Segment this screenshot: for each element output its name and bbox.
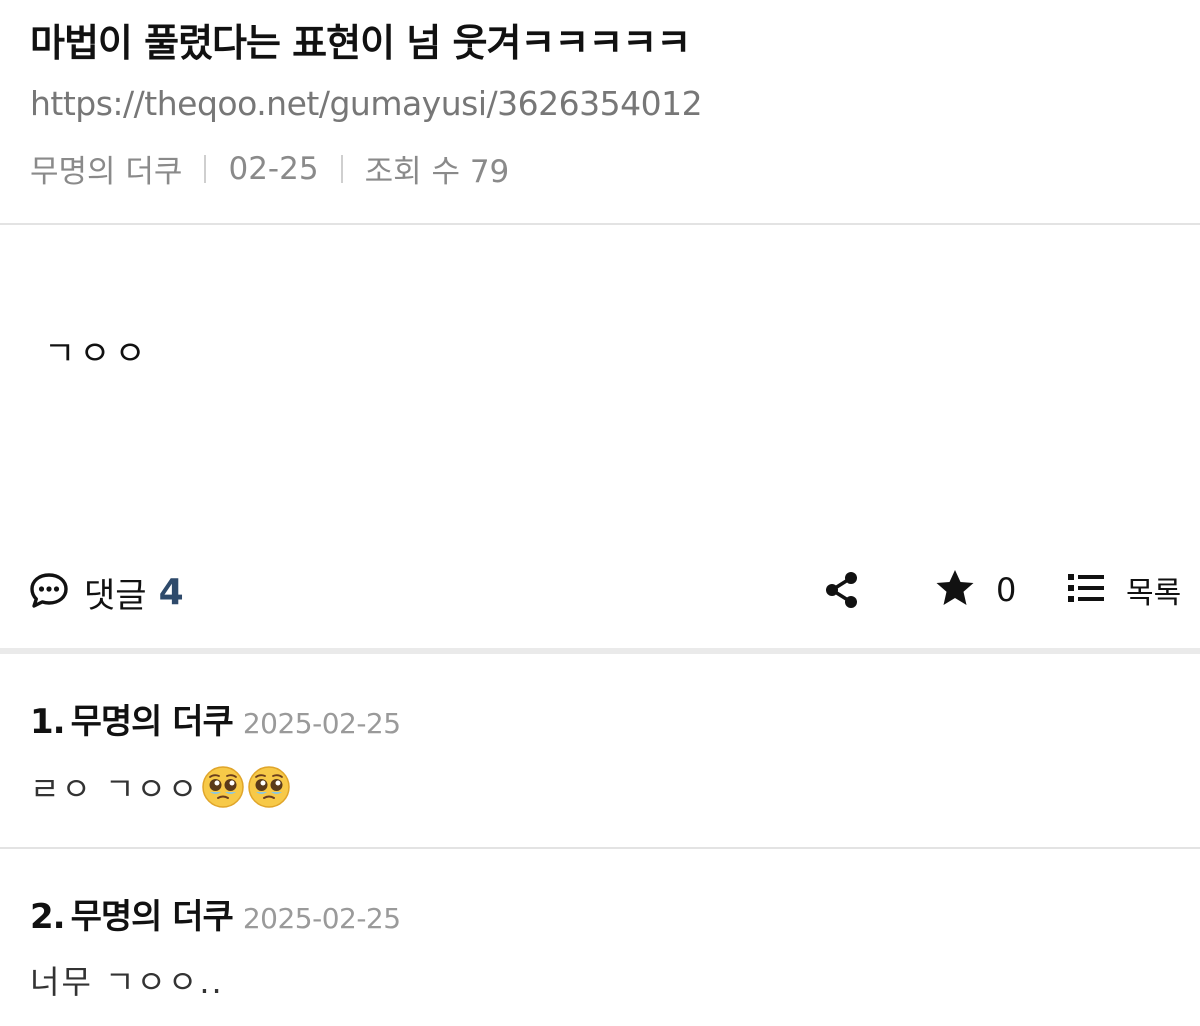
pleading-face-emoji-icon <box>201 765 245 809</box>
comment-count: 4 <box>158 572 184 613</box>
post-author: 무명의 더쿠 <box>30 154 183 190</box>
post-title: 마법이 풀렸다는 표현이 넘 웃겨ㅋㅋㅋㅋㅋ <box>30 21 691 65</box>
post-header: 마법이 풀렸다는 표현이 넘 웃겨ㅋㅋㅋㅋㅋ https://theqoo.ne… <box>0 0 1200 223</box>
pleading-face-emoji-icon <box>247 765 291 809</box>
list-label: 목록 <box>1126 576 1182 611</box>
meta-separator <box>204 154 207 183</box>
share-icon <box>822 572 862 614</box>
header-divider <box>0 223 1200 225</box>
comment-count-button[interactable]: 댓글 4 <box>28 568 184 617</box>
post-date: 02-25 <box>228 150 319 187</box>
post-action-bar: 댓글 4 0 목록 <box>0 560 1200 620</box>
comment-item: 2. 무명의 더쿠 2025-02-25 너무 ㄱㅇㅇ.. <box>0 849 1200 1026</box>
post-body: ㄱㅇㅇ <box>44 334 150 374</box>
comment-text: 너무 ㄱㅇㅇ.. <box>30 963 224 1001</box>
post-url-link[interactable]: https://theqoo.net/gumayusi/3626354012 <box>30 84 703 123</box>
comment-author: 무명의 더쿠 <box>70 897 234 937</box>
meta-separator <box>340 154 343 183</box>
list-button[interactable]: 목록 <box>1066 568 1181 612</box>
comment-header: 1. 무명의 더쿠 2025-02-25 <box>30 694 401 743</box>
comment-header: 2. 무명의 더쿠 2025-02-25 <box>30 889 401 938</box>
star-icon <box>934 568 976 612</box>
comment-item: 1. 무명의 더쿠 2025-02-25 ㄹㅇ ㄱㅇㅇ <box>0 654 1200 847</box>
comment-label: 댓글 <box>84 576 147 616</box>
post-views: 조회 수 79 <box>364 154 510 190</box>
comment-author: 무명의 더쿠 <box>70 702 234 742</box>
share-button[interactable] <box>822 570 862 610</box>
comment-date: 2025-02-25 <box>242 902 401 935</box>
comment-body: 너무 ㄱㅇㅇ.. <box>30 957 224 1003</box>
comment-number: 2. <box>30 897 66 937</box>
favorite-button[interactable]: 0 <box>934 568 1016 612</box>
speech-bubble-icon <box>28 571 70 615</box>
comment-body: ㄹㅇ ㄱㅇㅇ <box>30 764 291 810</box>
list-icon <box>1066 571 1106 609</box>
favorite-count: 0 <box>996 571 1017 609</box>
post-meta: 무명의 더쿠 02-25 조회 수 79 <box>30 146 509 191</box>
comment-date: 2025-02-25 <box>242 707 401 740</box>
comment-number: 1. <box>30 702 66 742</box>
comment-text: ㄹㅇ ㄱㅇㅇ <box>30 770 200 808</box>
